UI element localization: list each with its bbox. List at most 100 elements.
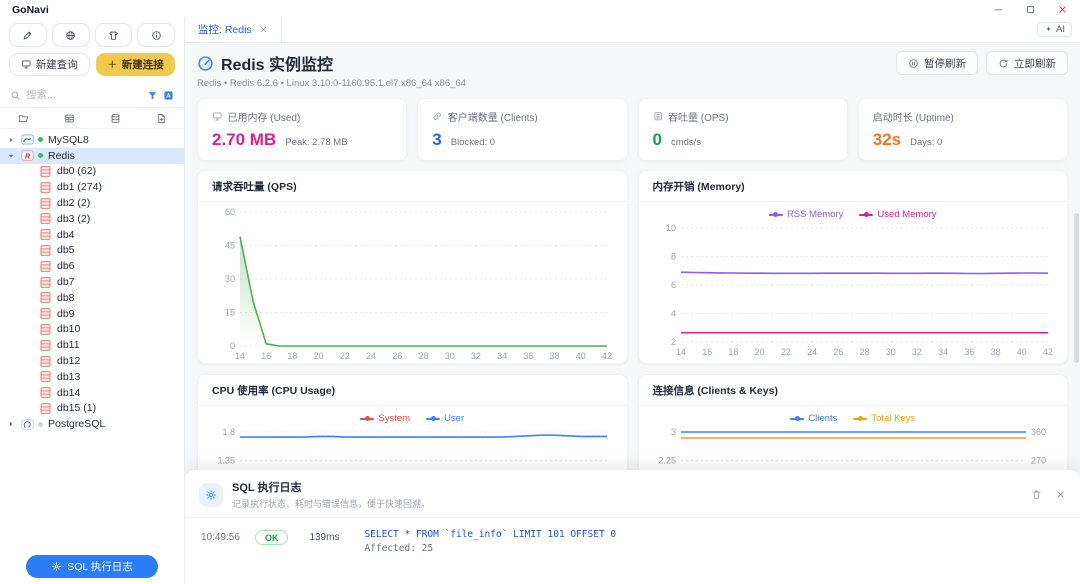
svg-text:30: 30 bbox=[885, 347, 895, 357]
stat-label: 启动时长 (Uptime) bbox=[872, 113, 954, 124]
svg-text:20: 20 bbox=[314, 351, 324, 361]
svg-text:34: 34 bbox=[497, 351, 507, 361]
db-icon bbox=[39, 307, 52, 320]
tree-item-label: db15 (1) bbox=[57, 402, 97, 415]
tree-item-db15-1[interactable]: db15 (1) bbox=[0, 401, 184, 417]
pause-refresh-button[interactable]: 暂停刷新 bbox=[896, 51, 978, 75]
svg-text:1.8: 1.8 bbox=[222, 427, 235, 437]
close-icon[interactable] bbox=[1055, 489, 1066, 500]
link-icon bbox=[432, 111, 443, 122]
tree-item-db7[interactable]: db7 bbox=[0, 274, 184, 290]
svg-text:16: 16 bbox=[702, 347, 712, 357]
legend-label: User bbox=[444, 413, 465, 424]
legend-label: Clients bbox=[808, 413, 838, 424]
tree-item-label: db5 bbox=[57, 244, 75, 257]
ai-button[interactable]: AI bbox=[1037, 22, 1072, 37]
ai-spark-icon bbox=[1044, 25, 1053, 34]
stat-value: 32s bbox=[872, 130, 902, 149]
new-connection-button[interactable]: 新建连接 bbox=[96, 53, 175, 76]
tree-item-db9[interactable]: db9 bbox=[0, 306, 184, 322]
caret-right-icon[interactable] bbox=[7, 420, 17, 428]
svg-text:26: 26 bbox=[392, 351, 402, 361]
legend-label: Used Memory bbox=[877, 209, 937, 220]
svg-text:36: 36 bbox=[964, 347, 974, 357]
database-icon[interactable] bbox=[110, 113, 121, 124]
sql-log-button[interactable]: SQL 执行日志 bbox=[26, 555, 158, 578]
monitor-icon bbox=[21, 59, 32, 70]
svg-text:360: 360 bbox=[1031, 427, 1046, 437]
file-add-icon[interactable] bbox=[156, 113, 167, 124]
tree-item-postgresql[interactable]: PostgreSQL bbox=[0, 416, 184, 432]
pen-icon[interactable] bbox=[9, 23, 47, 47]
db-icon bbox=[39, 228, 52, 241]
close-icon[interactable] bbox=[1056, 4, 1068, 16]
new-connection-label: 新建连接 bbox=[121, 59, 164, 71]
table-grid-icon[interactable] bbox=[64, 113, 75, 124]
smart-filter-icon[interactable] bbox=[163, 90, 174, 101]
svg-text:38: 38 bbox=[990, 347, 1000, 357]
tree-item-db3-2[interactable]: db3 (2) bbox=[0, 211, 184, 227]
folder-open-icon[interactable] bbox=[18, 113, 29, 124]
ai-button-label: AI bbox=[1056, 24, 1065, 35]
legend-marker bbox=[790, 416, 805, 421]
tree-item-label: MySQL8 bbox=[48, 133, 89, 146]
svg-text:2: 2 bbox=[670, 337, 675, 347]
tree-item-db14[interactable]: db14 bbox=[0, 385, 184, 401]
svg-text:28: 28 bbox=[418, 351, 428, 361]
status-dot bbox=[38, 421, 43, 427]
tree-item-db10[interactable]: db10 bbox=[0, 322, 184, 338]
connection-tree: MySQL8 R Redis db0 (62) db1 (274) db2 (2) db3 … bbox=[0, 129, 184, 584]
tree-item-db2-2[interactable]: db2 (2) bbox=[0, 195, 184, 211]
tree-item-db13[interactable]: db13 bbox=[0, 369, 184, 385]
search-input[interactable] bbox=[26, 89, 142, 101]
chart-title-memory: 内存开销 (Memory) bbox=[638, 171, 1067, 202]
refresh-now-button[interactable]: 立即刷新 bbox=[986, 51, 1068, 75]
caret-down-icon[interactable] bbox=[7, 152, 17, 160]
window-controls bbox=[992, 4, 1068, 16]
legend-item[interactable]: Clients bbox=[790, 413, 837, 424]
svg-text:28: 28 bbox=[859, 347, 869, 357]
memory-chart: RSS Memory Used Memory 2 4 6 8 10 14 16 18 20 22 24 2… bbox=[639, 202, 1068, 358]
scrollbar-thumb[interactable] bbox=[1074, 213, 1079, 363]
legend-item[interactable]: RSS Memory bbox=[768, 209, 843, 220]
gauge-icon bbox=[197, 55, 214, 72]
legend-item[interactable]: User bbox=[426, 413, 464, 424]
tree-item-db8[interactable]: db8 bbox=[0, 290, 184, 306]
tree-item-db1-274[interactable]: db1 (274) bbox=[0, 179, 184, 195]
tree-item-db6[interactable]: db6 bbox=[0, 258, 184, 274]
tree-item-db0-62[interactable]: db0 (62) bbox=[0, 164, 184, 180]
caret-right-icon[interactable] bbox=[7, 136, 17, 144]
db-icon bbox=[39, 212, 52, 225]
tab-close-icon[interactable] bbox=[259, 25, 268, 34]
svg-text:32: 32 bbox=[471, 351, 481, 361]
sidebar: 新建查询 新建连接 MySQL8 R Redis db0 (62) db1 (274) d… bbox=[0, 17, 185, 584]
legend-item[interactable]: Total Keys bbox=[853, 413, 915, 424]
svg-text:40: 40 bbox=[576, 351, 586, 361]
stat-label: 客户端数量 (Clients) bbox=[447, 113, 538, 124]
new-query-button[interactable]: 新建查询 bbox=[9, 53, 90, 76]
status-dot bbox=[38, 153, 43, 159]
svg-text:36: 36 bbox=[523, 351, 533, 361]
tree-item-db12[interactable]: db12 bbox=[0, 353, 184, 369]
tree-item-db11[interactable]: db11 bbox=[0, 337, 184, 353]
funnel-icon[interactable] bbox=[147, 90, 158, 101]
maximize-icon[interactable] bbox=[1024, 4, 1036, 16]
svg-text:18: 18 bbox=[728, 347, 738, 357]
stat-value: 3 bbox=[432, 130, 442, 149]
tree-item-redis[interactable]: R Redis bbox=[0, 147, 184, 164]
trash-icon[interactable] bbox=[1031, 489, 1042, 500]
minimize-icon[interactable] bbox=[992, 4, 1004, 16]
tab-monitor-redis[interactable]: 监控: Redis bbox=[185, 17, 282, 42]
legend-item[interactable]: System bbox=[360, 413, 410, 424]
tree-item-db5[interactable]: db5 bbox=[0, 243, 184, 259]
tree-toolbar bbox=[0, 108, 184, 129]
tree-item-label: db9 bbox=[57, 307, 75, 320]
theme-shirt-icon[interactable] bbox=[94, 23, 133, 47]
tree-item-db4[interactable]: db4 bbox=[0, 227, 184, 243]
info-icon[interactable] bbox=[137, 23, 175, 47]
tree-item-mysql8[interactable]: MySQL8 bbox=[0, 132, 184, 148]
legend-item[interactable]: Used Memory bbox=[859, 209, 937, 220]
instance-info: Redis • Redis 6.2.6 • Linux 3.10.0-1160.… bbox=[197, 78, 466, 89]
globe-icon[interactable] bbox=[51, 23, 90, 47]
svg-text:14: 14 bbox=[675, 347, 685, 357]
